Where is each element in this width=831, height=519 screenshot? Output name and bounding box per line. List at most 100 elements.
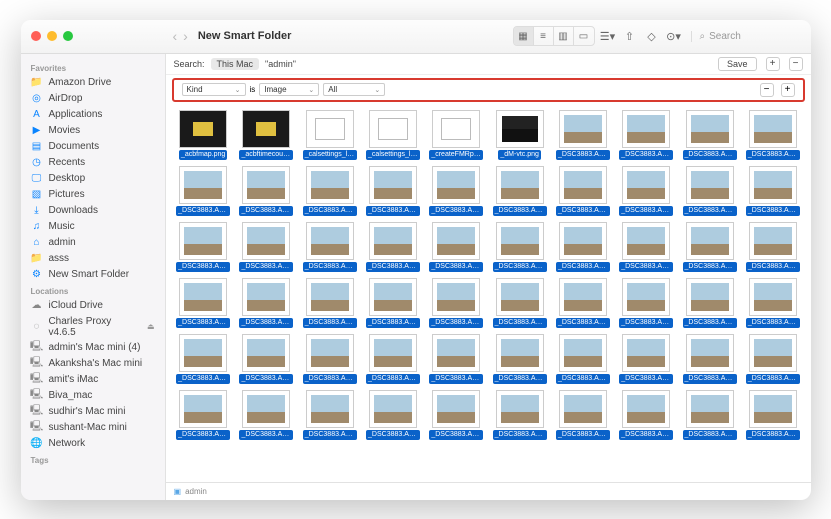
file-item[interactable]: _DSC3883.ARW bbox=[553, 278, 612, 328]
sidebar-item[interactable]: ▧Pictures bbox=[21, 187, 165, 203]
list-view-button[interactable]: ≡ bbox=[534, 27, 554, 45]
search-field[interactable]: ⌕ Search bbox=[691, 31, 801, 42]
zoom-icon[interactable] bbox=[63, 31, 73, 41]
share-icon[interactable]: ⇧ bbox=[621, 27, 639, 45]
filter-value-select[interactable]: Image⌄ bbox=[259, 83, 319, 96]
file-item[interactable]: _DSC3883.ARW bbox=[490, 334, 549, 384]
file-item[interactable]: _DSC3883.ARW bbox=[553, 222, 612, 272]
sidebar-item[interactable]: 🖳admin's Mac mini (4) bbox=[21, 340, 165, 356]
rule-remove-button[interactable]: − bbox=[760, 83, 774, 97]
file-item[interactable]: _DSC3883.ARW bbox=[174, 222, 233, 272]
sidebar-item[interactable]: 🖵Desktop bbox=[21, 171, 165, 187]
file-item[interactable]: _DSC3883.ARW bbox=[363, 166, 422, 216]
file-item[interactable]: _DSC3883.ARW bbox=[237, 334, 296, 384]
file-item[interactable]: _DSC3883.ARW bbox=[617, 390, 676, 440]
scope-admin[interactable]: "admin" bbox=[265, 59, 296, 69]
sidebar-item[interactable]: 🖳Akanksha's Mac mini bbox=[21, 356, 165, 372]
tag-icon[interactable]: ◇ bbox=[643, 27, 661, 45]
sidebar-item[interactable]: ◎AirDrop bbox=[21, 91, 165, 107]
file-item[interactable]: _DSC3883.ARW bbox=[490, 278, 549, 328]
sidebar-item[interactable]: ▤Documents bbox=[21, 139, 165, 155]
icon-view-button[interactable]: ▦ bbox=[514, 27, 534, 45]
scope-this-mac[interactable]: This Mac bbox=[211, 58, 260, 70]
file-item[interactable]: _DSC3883.ARW bbox=[743, 278, 802, 328]
sidebar-item[interactable]: 📁asss bbox=[21, 251, 165, 267]
add-rule-button[interactable]: + bbox=[766, 57, 780, 71]
file-item[interactable]: _DSC3883.ARW bbox=[680, 222, 739, 272]
gallery-view-button[interactable]: ▭ bbox=[574, 27, 594, 45]
file-item[interactable]: _calsettings_logpane_cropped.png bbox=[363, 110, 422, 160]
file-item[interactable]: _acbftimecourse.png bbox=[237, 110, 296, 160]
file-item[interactable]: _dM-vtc.png bbox=[490, 110, 549, 160]
column-view-button[interactable]: ▥ bbox=[554, 27, 574, 45]
file-item[interactable]: _DSC3883.ARW bbox=[617, 166, 676, 216]
save-button[interactable]: Save bbox=[718, 57, 757, 71]
file-item[interactable]: _DSC3883.ARW bbox=[553, 390, 612, 440]
file-item[interactable]: _DSC3883.ARW bbox=[300, 222, 359, 272]
file-item[interactable]: _DSC3883.ARW bbox=[553, 110, 612, 160]
sidebar-item[interactable]: 🖳sudhir's Mac mini bbox=[21, 404, 165, 420]
file-item[interactable]: _DSC3883.ARW bbox=[237, 222, 296, 272]
sidebar-item[interactable]: ♫Music bbox=[21, 219, 165, 235]
sidebar-item[interactable]: ◌Charles Proxy v4.6.5⏏ bbox=[21, 314, 165, 340]
file-item[interactable]: _DSC3883.ARW bbox=[490, 166, 549, 216]
sidebar-item[interactable]: ▶Movies bbox=[21, 123, 165, 139]
file-item[interactable]: _acbfmap.png bbox=[174, 110, 233, 160]
filter-qualifier-select[interactable]: All⌄ bbox=[323, 83, 385, 96]
file-item[interactable]: _DSC3883.ARW bbox=[427, 166, 486, 216]
sidebar-item[interactable]: 🖳sushant-Mac mini bbox=[21, 420, 165, 436]
file-item[interactable]: _DSC3883.ARW bbox=[743, 110, 802, 160]
back-button[interactable]: ‹ bbox=[173, 28, 178, 44]
file-item[interactable]: _DSC3883.ARW bbox=[427, 390, 486, 440]
file-item[interactable]: _DSC3883.ARW bbox=[743, 334, 802, 384]
action-dropdown[interactable]: ⊙▾ bbox=[665, 27, 683, 45]
sidebar-item[interactable]: 🖳Biva_mac bbox=[21, 388, 165, 404]
file-item[interactable]: _DSC3883.ARW bbox=[680, 390, 739, 440]
file-item[interactable]: _DSC3883.ARW bbox=[174, 278, 233, 328]
minimize-icon[interactable] bbox=[47, 31, 57, 41]
sidebar-item[interactable]: ⚙New Smart Folder bbox=[21, 267, 165, 283]
file-item[interactable]: _createFMRproject.png bbox=[427, 110, 486, 160]
file-item[interactable]: _DSC3883.ARW bbox=[300, 390, 359, 440]
file-item[interactable]: _DSC3883.ARW bbox=[743, 166, 802, 216]
file-item[interactable]: _DSC3883.ARW bbox=[490, 390, 549, 440]
file-item[interactable]: _DSC3883.ARW bbox=[427, 278, 486, 328]
sidebar-item[interactable]: 📁Amazon Drive bbox=[21, 75, 165, 91]
file-item[interactable]: _calsettings_logpane.png bbox=[300, 110, 359, 160]
file-item[interactable]: _DSC3883.ARW bbox=[680, 334, 739, 384]
rule-add-button[interactable]: + bbox=[781, 83, 795, 97]
view-switcher[interactable]: ▦ ≡ ▥ ▭ bbox=[513, 26, 595, 46]
file-item[interactable]: _DSC3883.ARW bbox=[363, 222, 422, 272]
file-item[interactable]: _DSC3883.ARW bbox=[174, 390, 233, 440]
file-item[interactable]: _DSC3883.ARW bbox=[363, 390, 422, 440]
file-item[interactable]: _DSC3883.ARW bbox=[680, 278, 739, 328]
file-item[interactable]: _DSC3883.ARW bbox=[427, 334, 486, 384]
file-item[interactable]: _DSC3883.ARW bbox=[553, 166, 612, 216]
file-item[interactable]: _DSC3883.ARW bbox=[617, 222, 676, 272]
file-item[interactable]: _DSC3883.ARW bbox=[300, 278, 359, 328]
sidebar-item[interactable]: ⌂admin bbox=[21, 235, 165, 251]
file-item[interactable]: _DSC3883.ARW bbox=[237, 390, 296, 440]
file-item[interactable]: _DSC3883.ARW bbox=[237, 166, 296, 216]
file-item[interactable]: _DSC3883.ARW bbox=[300, 166, 359, 216]
file-item[interactable]: _DSC3883.ARW bbox=[680, 110, 739, 160]
file-item[interactable]: _DSC3883.ARW bbox=[427, 222, 486, 272]
file-item[interactable]: _DSC3883.ARW bbox=[743, 222, 802, 272]
file-item[interactable]: _DSC3883.ARW bbox=[237, 278, 296, 328]
sidebar-item[interactable]: ☁iCloud Drive bbox=[21, 298, 165, 314]
file-item[interactable]: _DSC3883.ARW bbox=[617, 110, 676, 160]
group-button[interactable]: ☰▾ bbox=[599, 27, 617, 45]
file-item[interactable]: _DSC3883.ARW bbox=[363, 334, 422, 384]
file-item[interactable]: _DSC3883.ARW bbox=[680, 166, 739, 216]
sidebar-item[interactable]: 🖳amit's iMac bbox=[21, 372, 165, 388]
file-item[interactable]: _DSC3883.ARW bbox=[743, 390, 802, 440]
sidebar-item[interactable]: ⤓Downloads bbox=[21, 203, 165, 219]
eject-icon[interactable]: ⏏ bbox=[147, 322, 155, 331]
file-item[interactable]: _DSC3883.ARW bbox=[300, 334, 359, 384]
file-item[interactable]: _DSC3883.ARW bbox=[174, 166, 233, 216]
forward-button[interactable]: › bbox=[183, 28, 188, 44]
sidebar-item[interactable]: AApplications bbox=[21, 107, 165, 123]
filter-attribute-select[interactable]: Kind⌄ bbox=[182, 83, 246, 96]
file-item[interactable]: _DSC3883.ARW bbox=[553, 334, 612, 384]
file-item[interactable]: _DSC3883.ARW bbox=[490, 222, 549, 272]
